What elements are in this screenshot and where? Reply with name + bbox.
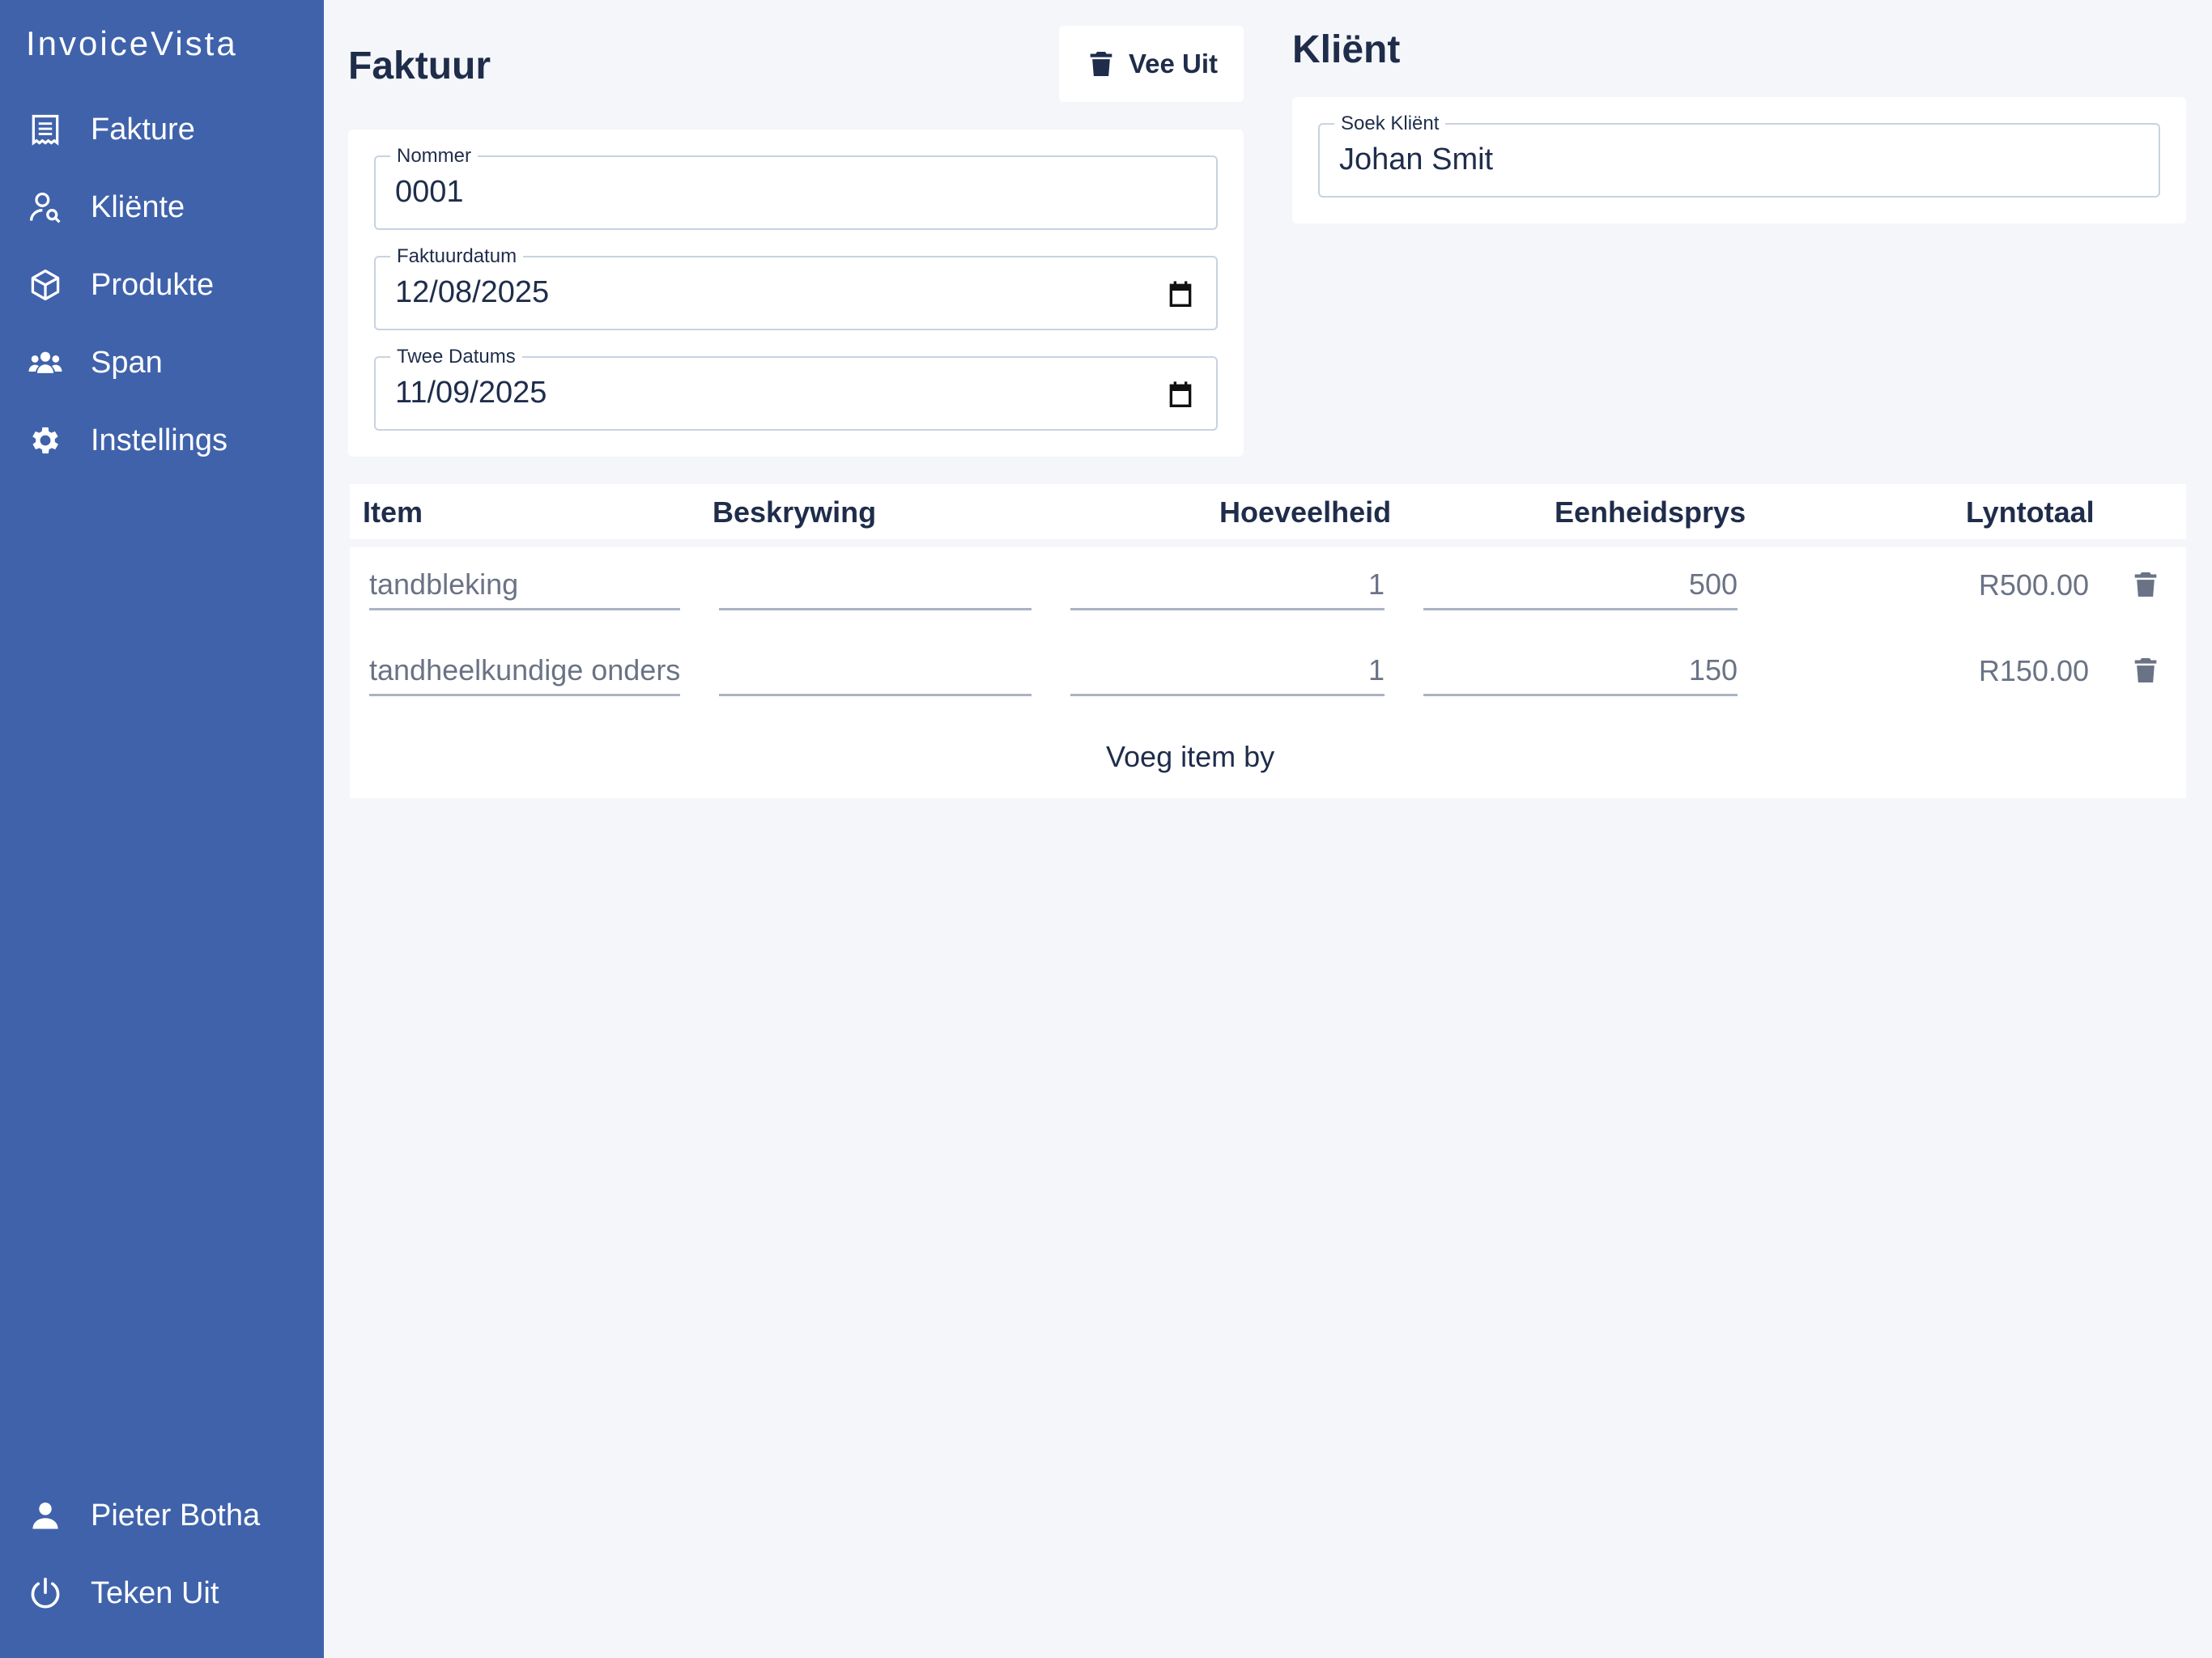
column-header-description: Beskrywing bbox=[713, 495, 877, 529]
sidebar-item-produkte[interactable]: Produkte bbox=[0, 253, 324, 317]
client-title: Kliënt bbox=[1292, 28, 1401, 71]
field-label: Twee Datums bbox=[390, 346, 522, 368]
field-label: Faktuurdatum bbox=[390, 246, 524, 267]
line-total: R150.00 bbox=[1978, 654, 2089, 687]
add-item-button[interactable]: Voeg item by bbox=[1106, 740, 1274, 774]
logout-label: Teken Uit bbox=[91, 1575, 219, 1610]
sidebar-item-label: Span bbox=[91, 345, 163, 380]
cube-icon bbox=[26, 266, 65, 304]
sidebar-item-label: Produkte bbox=[91, 267, 215, 302]
gear-icon bbox=[26, 421, 65, 460]
invoice-number-field[interactable]: Nommer 0001 bbox=[374, 146, 1218, 230]
sidebar-item-instellings[interactable]: Instellings bbox=[0, 408, 324, 473]
sidebar: InvoiceVista Fakture Kliënte Produkte Sp… bbox=[0, 0, 324, 1658]
invoice-details-card: Nommer 0001 Faktuurdatum 12/08/2025 Twee… bbox=[348, 130, 1244, 457]
person-icon bbox=[26, 1496, 65, 1535]
client-card: Soek Kliënt Johan Smit bbox=[1292, 97, 2186, 223]
description-input[interactable] bbox=[719, 646, 1032, 696]
column-header-line-total: Lyntotaal bbox=[1966, 495, 2095, 529]
trash-icon[interactable] bbox=[2129, 653, 2162, 688]
brand-logo: InvoiceVista bbox=[26, 24, 238, 62]
sidebar-item-fakture[interactable]: Fakture bbox=[0, 97, 324, 162]
calendar-icon[interactable] bbox=[1164, 278, 1197, 311]
sidebar-item-kliente[interactable]: Kliënte bbox=[0, 175, 324, 240]
invoice-date-field[interactable]: Faktuurdatum 12/08/2025 bbox=[374, 246, 1218, 330]
description-input[interactable] bbox=[719, 560, 1032, 610]
sidebar-item-label: Fakture bbox=[91, 112, 195, 147]
quantity-input[interactable]: 1 bbox=[1070, 560, 1385, 610]
trash-icon[interactable] bbox=[2129, 567, 2162, 602]
line-total: R500.00 bbox=[1978, 568, 2089, 602]
unit-price-input[interactable]: 500 bbox=[1423, 560, 1738, 610]
invoice-title: Faktuur bbox=[348, 45, 491, 87]
client-search-field[interactable]: Soek Kliënt Johan Smit bbox=[1318, 113, 2160, 198]
unit-price-input[interactable]: 150 bbox=[1423, 646, 1738, 696]
due-date-field[interactable]: Twee Datums 11/09/2025 bbox=[374, 346, 1218, 431]
item-input[interactable]: tandbleking bbox=[369, 560, 680, 610]
column-header-item: Item bbox=[363, 495, 423, 529]
user-name: Pieter Botha bbox=[91, 1498, 261, 1533]
field-value: 11/09/2025 bbox=[395, 376, 547, 410]
receipt-icon bbox=[26, 110, 65, 149]
sidebar-item-label: Kliënte bbox=[91, 189, 185, 224]
header-divider bbox=[350, 539, 2186, 547]
users-icon bbox=[26, 343, 65, 382]
field-label: Nommer bbox=[390, 146, 479, 167]
user-profile[interactable]: Pieter Botha bbox=[0, 1483, 324, 1548]
trash-icon bbox=[1090, 52, 1112, 76]
delete-invoice-label: Vee Uit bbox=[1128, 49, 1219, 79]
delete-invoice-button[interactable]: Vee Uit bbox=[1059, 26, 1244, 102]
item-input[interactable]: tandheelkundige onders bbox=[369, 646, 680, 696]
column-header-quantity: Hoeveelheid bbox=[1219, 495, 1392, 529]
user-search-icon bbox=[26, 188, 65, 227]
logout-button[interactable]: Teken Uit bbox=[0, 1561, 324, 1626]
field-value: 0001 bbox=[395, 175, 464, 209]
power-icon bbox=[26, 1574, 65, 1613]
field-value: 12/08/2025 bbox=[395, 275, 550, 309]
field-label: Soek Kliënt bbox=[1334, 113, 1446, 134]
field-value: Johan Smit bbox=[1339, 142, 1494, 176]
column-header-unit-price: Eenheidsprys bbox=[1555, 495, 1746, 529]
quantity-input[interactable]: 1 bbox=[1070, 646, 1385, 696]
sidebar-item-label: Instellings bbox=[91, 423, 228, 457]
sidebar-item-span[interactable]: Span bbox=[0, 330, 324, 395]
calendar-icon[interactable] bbox=[1164, 379, 1197, 411]
